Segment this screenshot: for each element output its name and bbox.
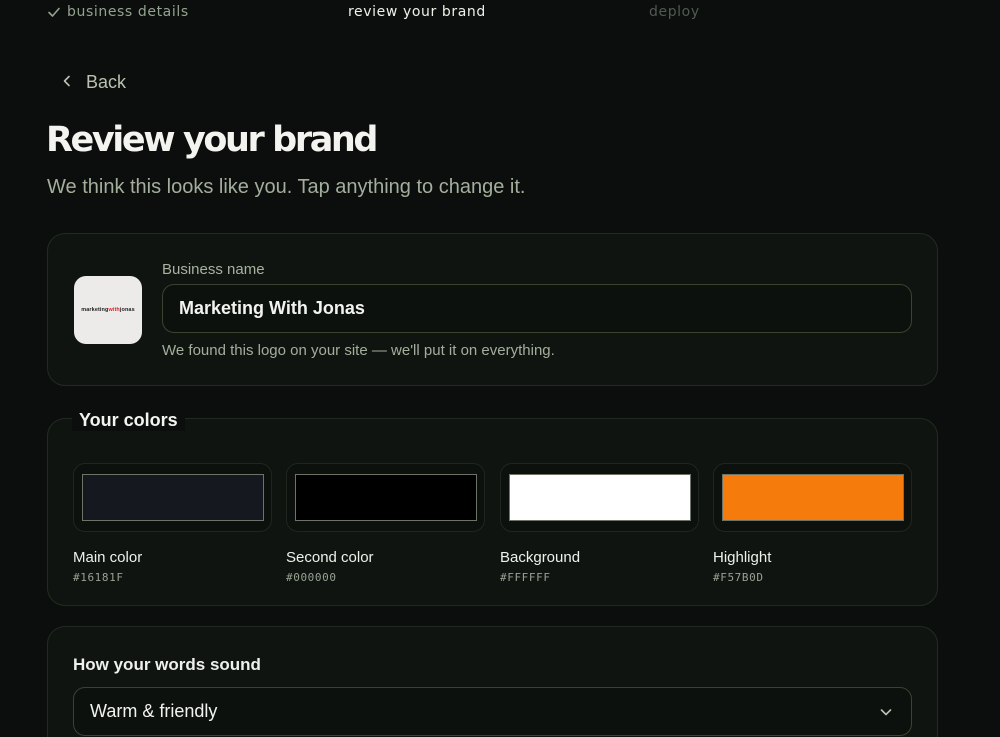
voice-selected-value: Warm & friendly xyxy=(90,701,218,721)
page-title: Review your brand xyxy=(46,120,378,160)
business-name-input[interactable] xyxy=(162,284,912,333)
page-subtitle: We think this looks like you. Tap anythi… xyxy=(47,176,526,198)
check-icon xyxy=(47,5,61,19)
step-label: deploy xyxy=(649,4,700,20)
chevron-down-icon xyxy=(879,705,893,719)
step-business-details: business details xyxy=(47,4,189,20)
voice-title: How your words sound xyxy=(73,655,261,674)
color-swatch-second[interactable]: Second color #000000 xyxy=(286,463,485,584)
swatch-button[interactable] xyxy=(73,463,272,532)
colors-card: Your colors Main color #16181F Second co… xyxy=(47,410,938,606)
swatch-hex: #000000 xyxy=(286,571,337,584)
swatch-name: Background xyxy=(500,549,581,566)
business-card: marketingwithjonas Business name We foun… xyxy=(47,233,938,386)
logo-wordmark: marketingwithjonas xyxy=(81,307,135,313)
voice-card: How your words sound Warm & friendly xyxy=(47,626,938,737)
progress-steps: business details review your brand deplo… xyxy=(0,0,1000,26)
business-name-label: Business name xyxy=(162,261,265,278)
swatch-hex: #FFFFFF xyxy=(500,571,551,584)
swatch-button[interactable] xyxy=(713,463,912,532)
back-label: Back xyxy=(86,72,127,92)
logo-hint: We found this logo on your site — we'll … xyxy=(162,342,555,359)
swatch-hex: #F57B0D xyxy=(713,571,764,584)
swatch-color xyxy=(508,474,691,521)
color-swatch-main[interactable]: Main color #16181F xyxy=(73,463,272,584)
colors-title: Your colors xyxy=(72,410,185,431)
swatch-button[interactable] xyxy=(500,463,699,532)
color-swatch-highlight[interactable]: Highlight #F57B0D xyxy=(713,463,912,584)
swatch-name: Second color xyxy=(286,549,374,566)
color-swatch-background[interactable]: Background #FFFFFF xyxy=(500,463,699,584)
swatch-color xyxy=(81,474,264,521)
step-label: review your brand xyxy=(348,4,486,20)
swatch-color xyxy=(294,474,477,521)
step-label: business details xyxy=(67,4,189,20)
step-deploy: deploy xyxy=(649,4,700,20)
swatch-button[interactable] xyxy=(286,463,485,532)
chevron-left-icon xyxy=(60,72,74,93)
swatch-hex: #16181F xyxy=(73,571,124,584)
swatch-name: Highlight xyxy=(713,549,772,566)
back-button[interactable]: Back xyxy=(60,72,126,93)
swatch-name: Main color xyxy=(73,549,143,566)
business-logo[interactable]: marketingwithjonas xyxy=(74,276,142,344)
voice-select[interactable]: Warm & friendly xyxy=(73,687,912,736)
step-review-brand: review your brand xyxy=(348,4,486,20)
swatch-color xyxy=(721,474,904,521)
